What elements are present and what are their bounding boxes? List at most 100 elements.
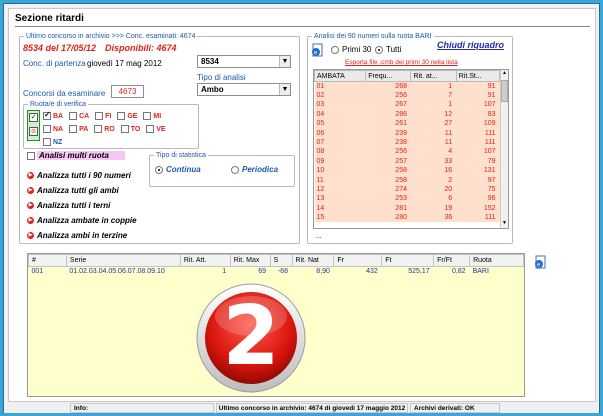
ambata-column-header[interactable]: Rit.St... [455,70,501,82]
multi-wheel-option[interactable]: Analisi multi ruota [27,151,125,160]
ambata-cell: 257 [395,157,407,165]
scroll-down-icon[interactable]: ▼ [501,220,508,228]
results-column-header[interactable]: Serie [65,254,181,267]
ambata-cell: 258 [395,167,407,175]
ambata-row[interactable]: 01 268 1 91 [314,81,500,91]
results-column-header[interactable]: Rit. Att. [179,254,231,267]
ambata-cell: 20 [444,185,453,193]
ambata-row[interactable]: 02 256 7 91 [314,90,500,101]
results-column-header[interactable]: Fr/Ft [433,254,471,267]
wheel-ro[interactable]: RO [94,125,115,133]
results-column-header[interactable]: # [28,254,67,267]
start-date: giovedì 17 mag 2012 [87,59,162,68]
radio-icon [375,45,383,54]
ambata-column-header[interactable]: AMBATA [314,70,367,82]
ambata-cell: 1 [448,82,453,90]
wheel-ge[interactable]: GE [117,112,137,120]
ambata-row[interactable]: 04 286 12 83 [314,109,500,120]
ambata-row[interactable]: 12 274 20 75 [314,184,500,195]
wheels-legend: Ruota/e di verifica [30,101,87,108]
analysis-type-select[interactable]: Ambo ▼ [197,83,291,96]
ambata-cell: 111 [484,214,496,222]
export-document-icon[interactable]: e [311,43,324,57]
ambata-column-header[interactable]: Frequ... [365,70,412,82]
ambata-list[interactable]: AMBATA Frequ... Rit. at... Rit.St... 01 268 1… [313,69,509,229]
clear-all-icon[interactable]: ⊘ [29,127,38,136]
ambata-cell: 111 [484,139,496,147]
start-draw-select[interactable]: 8534 ▼ [197,55,291,68]
results-cell: 69 [258,268,267,276]
results-cell: -68 [277,268,289,276]
ambata-cell: 107 [483,148,496,156]
ambata-cell: 91 [487,82,496,90]
results-column-header[interactable]: Ft [381,254,435,267]
ambata-row[interactable]: 09 257 33 79 [314,156,500,167]
ambata-row[interactable]: 15 280 36 111 [314,212,500,223]
scrollbar-thumb[interactable] [501,80,508,102]
ambata-row[interactable]: 03 267 1 107 [314,100,500,110]
results-column-header[interactable]: Rit. Nat [291,254,335,267]
close-panel-link[interactable]: Chiudi riquadro [437,40,504,50]
ambata-row[interactable]: 13 253 6 96 [314,194,500,204]
ambata-row[interactable]: 06 239 11 111 [314,128,500,138]
ambata-cell: 1 [448,101,453,109]
wheel-to[interactable]: TO [120,125,140,133]
action-all-terni[interactable]: ▶ Analizza tutti i terni [27,201,110,210]
status-archive: Ultimo concorso in archivio: 4674 di gio… [216,403,408,413]
wheel-fi[interactable]: FI [95,112,111,120]
radio-first30[interactable]: Primi 30 [331,45,371,54]
results-row[interactable]: 001 01.02.03.04.05.06.07.08.09.10 1 69 -68 8,… [29,267,524,277]
action-ambate-coppie[interactable]: ▶ Analizza ambate in coppie [27,216,137,225]
available-text: Disponibili: 4674 [105,43,177,53]
to-examine-input[interactable]: 4673 [111,85,144,98]
action-all-ambi[interactable]: ▶ Analizza tutti gli ambi [27,186,119,195]
wheel-ba[interactable]: BA [43,110,63,120]
results-column-header[interactable]: Rit. Max [229,254,271,267]
ambata-row[interactable]: 08 256 4 107 [314,147,500,157]
results-cell: 8,90 [316,268,330,276]
checkbox-icon [117,112,126,120]
wheel-pa[interactable]: PA [69,125,88,133]
ambata-row[interactable]: 14 281 19 152 [314,203,500,213]
vertical-scrollbar[interactable]: ▲ ▼ [500,70,508,228]
results-column-header[interactable]: Ruota [469,254,524,267]
last-draw-text: 8534 del 17/05/12 [23,43,97,53]
wheels-row-2: NA PA RO TO VE [43,125,170,133]
checkbox-icon [43,110,51,120]
ambata-row[interactable]: 11 258 2 97 [314,175,500,185]
checkbox-icon [69,125,78,133]
ambata-cell: 36 [444,214,453,222]
ambata-cell: 07 [316,139,325,147]
ambata-cell: 15 [316,214,325,222]
arrow-right-icon: ▶ [27,217,34,225]
wheel-na[interactable]: NA [43,125,63,133]
radio-all[interactable]: Tutti [375,45,401,54]
stat-periodica[interactable]: Periodica [231,165,278,174]
export-results-icon[interactable]: e [534,255,547,269]
ambata-cell: 286 [395,110,407,118]
action-ambi-terzine[interactable]: ▶ Analizza ambi in terzine [27,231,127,240]
action-all-numbers[interactable]: ▶ Analizza tutti i 90 numeri [27,171,131,180]
ritardi-panel: Sezione ritardi Ultimo concorso in archi… [8,8,596,402]
ambata-cell: 16 [444,167,453,175]
wheel-ve[interactable]: VE [146,125,166,133]
chevron-down-icon: ▼ [279,84,290,95]
ambata-column-header[interactable]: Rit. at... [410,70,457,82]
results-column-header[interactable]: S [269,254,293,267]
step-badge-number: 2 [222,289,280,384]
scroll-up-icon[interactable]: ▲ [501,70,508,78]
wheel-mi[interactable]: MI [143,112,161,120]
ambata-cell: 09 [316,157,325,165]
check-all-icon[interactable]: ✓ [29,113,38,122]
ambata-cell: 12 [444,110,453,118]
ambata-row[interactable]: 07 238 11 111 [314,137,500,148]
export-cmb-link[interactable]: Esporta file .cmb dei primi 30 nella lis… [345,59,458,66]
wheel-nz[interactable]: NZ [43,138,62,146]
ambata-row[interactable]: 05 261 27 109 [314,119,500,129]
ambata-cell: 256 [395,92,407,100]
ambata-cell: 91 [487,92,496,100]
results-column-header[interactable]: Fr [333,254,383,267]
stat-continua[interactable]: Continua [155,165,201,174]
ambata-row[interactable]: 10 258 16 131 [314,166,500,176]
wheel-ca[interactable]: CA [69,112,89,120]
